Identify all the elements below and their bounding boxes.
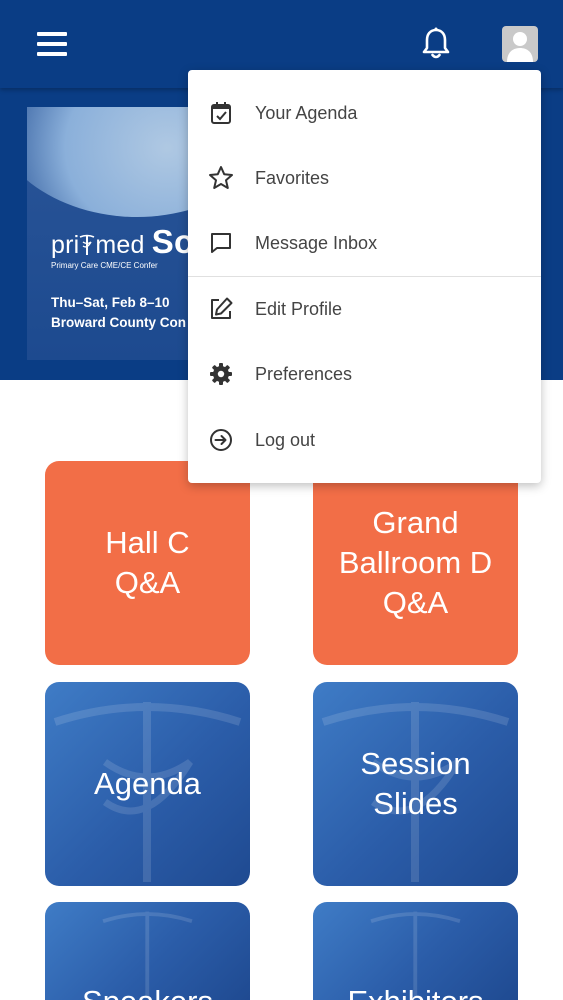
tile-speakers[interactable]: Speakers (45, 902, 250, 1000)
tile-label: Session Slides (360, 746, 471, 821)
star-icon (208, 165, 234, 191)
event-brand: pri med So (51, 223, 194, 261)
menu-item-your-agenda[interactable]: Your Agenda (188, 81, 541, 145)
tile-label: Exhibitors (337, 982, 493, 1000)
menu-item-label: Favorites (255, 167, 330, 188)
tile-label: Grand Ballroom D Q&A (338, 505, 493, 620)
tile-hall-c-qa[interactable]: Hall C Q&A (45, 461, 250, 665)
edit-icon (208, 296, 234, 322)
calendar-check-icon (208, 100, 234, 126)
notification-bell-icon[interactable] (414, 22, 458, 66)
event-venue: Broward County Con (51, 315, 186, 330)
event-dates-block: Thu–Sat, Feb 8–10 Broward County Con (51, 293, 186, 333)
caduceus-icon (80, 234, 95, 255)
menu-item-label: Log out (255, 429, 316, 450)
event-dates: Thu–Sat, Feb 8–10 (51, 295, 170, 310)
menu-item-label: Preferences (255, 363, 353, 384)
tile-label: Speakers (72, 982, 223, 1000)
menu-item-log-out[interactable]: Log out (188, 408, 541, 472)
message-icon (208, 230, 234, 256)
menu-item-label: Message Inbox (255, 232, 378, 253)
tile-label: Agenda (94, 766, 201, 801)
gear-icon (208, 361, 234, 387)
menu-item-message-inbox[interactable]: Message Inbox (188, 211, 541, 275)
tile-label: Hall C Q&A (105, 525, 190, 600)
brand-prefix: pri (51, 231, 80, 259)
menu-item-edit-profile[interactable]: Edit Profile (188, 277, 541, 341)
event-tagline: Primary Care CME/CE Confer (51, 261, 158, 270)
logout-icon (208, 427, 234, 453)
menu-item-preferences[interactable]: Preferences (188, 342, 541, 406)
hamburger-menu-icon[interactable] (30, 22, 74, 66)
tile-exhibitors[interactable]: Exhibitors (313, 902, 518, 1000)
banner-graphic (27, 107, 202, 217)
menu-item-favorites[interactable]: Favorites (188, 146, 541, 210)
tile-agenda[interactable]: Agenda (45, 682, 250, 886)
brand-mid: med (95, 231, 145, 259)
event-banner[interactable]: pri med So Primary Care CME/CE Confer Thu… (27, 107, 202, 360)
menu-item-label: Your Agenda (255, 102, 358, 123)
menu-item-label: Edit Profile (255, 298, 343, 319)
user-avatar-icon[interactable] (502, 26, 538, 62)
tile-session-slides[interactable]: Session Slides (313, 682, 518, 886)
tile-grand-ballroom-d-qa[interactable]: Grand Ballroom D Q&A (313, 461, 518, 665)
user-dropdown-menu: Your Agenda Favorites Message Inbox Edit… (188, 70, 541, 483)
